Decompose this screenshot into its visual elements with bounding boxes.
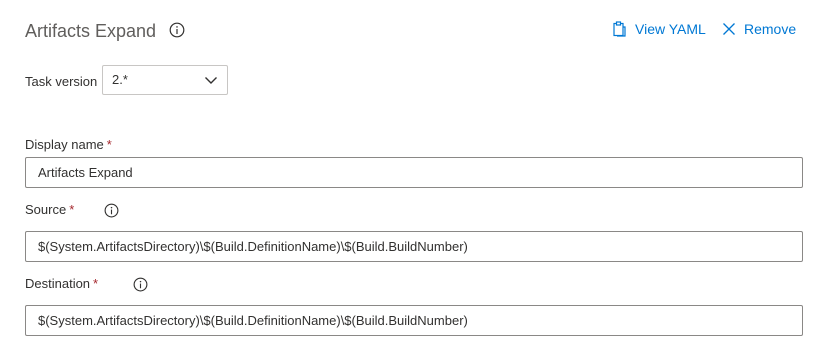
destination-label-text: Destination (25, 276, 91, 291)
required-marker: * (69, 202, 75, 217)
close-icon (722, 22, 736, 36)
destination-field[interactable]: $(System.ArtifactsDirectory)\$(Build.Def… (25, 305, 803, 336)
view-yaml-button[interactable]: View YAML (611, 18, 706, 40)
view-yaml-label: View YAML (635, 21, 706, 37)
task-version-select[interactable]: 2.* (102, 65, 228, 95)
remove-label: Remove (744, 21, 797, 37)
required-marker: * (93, 276, 99, 291)
task-version-value: 2.* (112, 72, 128, 87)
display-name-label: Display name * (25, 136, 112, 154)
source-label: Source * (25, 201, 74, 219)
remove-button[interactable]: Remove (722, 18, 796, 40)
display-name-label-text: Display name (25, 137, 104, 152)
required-marker: * (106, 137, 112, 152)
info-icon[interactable] (169, 22, 185, 38)
display-name-field[interactable]: Artifacts Expand (25, 157, 803, 188)
info-icon[interactable] (133, 277, 148, 292)
info-icon[interactable] (104, 203, 119, 218)
page-title: Artifacts Expand (25, 21, 157, 41)
destination-label: Destination * (25, 275, 98, 293)
clipboard-icon (611, 21, 627, 37)
task-version-label: Task version (25, 74, 98, 89)
source-label-text: Source (25, 202, 67, 217)
source-field[interactable]: $(System.ArtifactsDirectory)\$(Build.Def… (25, 231, 803, 262)
chevron-down-icon (204, 75, 218, 85)
